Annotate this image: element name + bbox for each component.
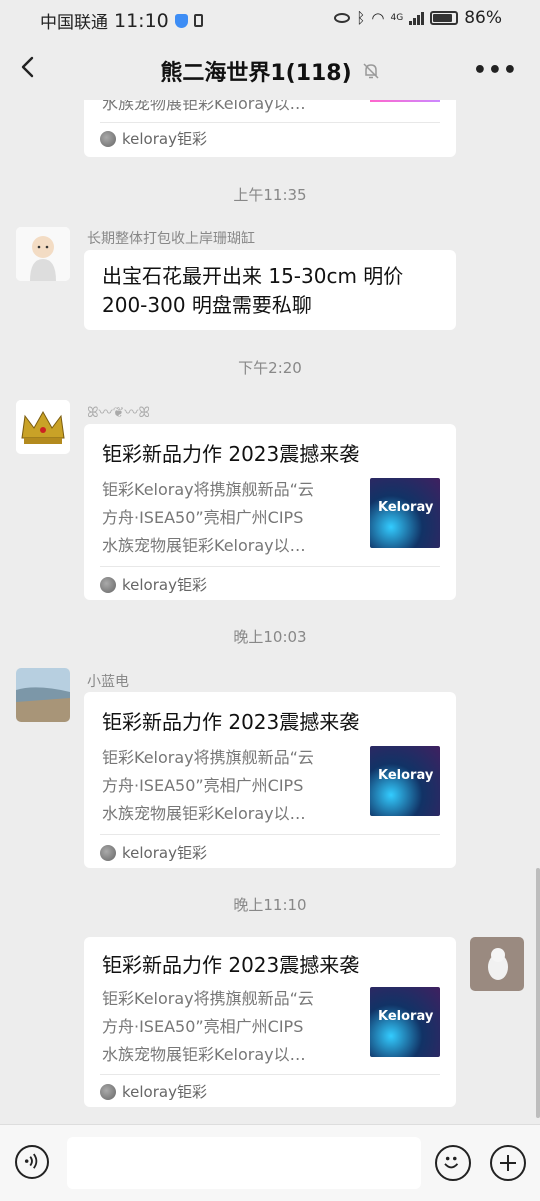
card-thumbnail: Keloray <box>370 987 440 1057</box>
card-desc-line: 水族宠物展钜彩Keloray以… <box>102 1045 306 1064</box>
wifi-icon: ◠ <box>371 9 385 27</box>
scrollbar[interactable] <box>536 868 540 1118</box>
card-source-label: keloray钜彩 <box>122 130 207 148</box>
carrier-label: 中国联通 <box>40 13 108 33</box>
timestamp: 上午11:35 <box>233 186 307 204</box>
message-bubble[interactable]: 出宝石花最开出来 15-30cm 明价 200-300 明盘需要私聊 <box>84 250 456 330</box>
thumbnail-logo-text: Keloray <box>378 768 434 783</box>
link-card[interactable]: 钜彩新品力作 2023震撼来袭 钜彩Keloray将携旗舰新品“云 方舟·ISE… <box>84 937 456 1107</box>
timestamp: 晚上10:03 <box>233 628 307 646</box>
card-desc-line: 水族宠物展钜彩Keloray以… <box>102 804 306 823</box>
avatar[interactable] <box>16 400 70 454</box>
avatar[interactable] <box>16 668 70 722</box>
card-desc-line: 方舟·ISEA50”亮相广州CIPS <box>102 776 304 795</box>
emoji-icon[interactable] <box>435 1145 471 1181</box>
thumbnail-logo-text: Keloray <box>378 500 434 515</box>
card-thumbnail: Keloray <box>370 746 440 816</box>
card-source: keloray钜彩 <box>100 128 207 149</box>
source-icon <box>100 844 116 861</box>
thumbnail-logo-text: Keloray <box>378 1009 434 1024</box>
smile-glyph <box>444 1156 459 1169</box>
card-source: keloray钜彩 <box>100 574 207 595</box>
card-source-label: keloray钜彩 <box>122 1083 207 1101</box>
notification-icon <box>193 14 203 27</box>
card-source: keloray钜彩 <box>100 1081 207 1102</box>
sender-name: 小蓝电 <box>87 674 129 690</box>
card-divider <box>100 834 440 835</box>
card-thumbnail-partial <box>370 100 440 102</box>
crown-avatar-icon <box>16 400 70 454</box>
card-desc-line: 方舟·ISEA50”亮相广州CIPS <box>102 508 304 527</box>
status-left: 中国联通 11:10 <box>40 8 203 33</box>
card-description: 钜彩Keloray将携旗舰新品“云 方舟·ISEA50”亮相广州CIPS 水族宠… <box>102 744 347 828</box>
card-desc-line: 钜彩Keloray将携旗舰新品“云 <box>102 748 314 767</box>
message-text: 出宝石花最开出来 15-30cm 明价 200-300 明盘需要私聊 <box>102 264 404 317</box>
eye-icon <box>334 13 351 23</box>
card-description: 钜彩Keloray将携旗舰新品“云 方舟·ISEA50”亮相广州CIPS 水族宠… <box>102 476 347 560</box>
title-bar: 熊二海世界1(118) ••• <box>0 36 540 100</box>
card-divider <box>100 566 440 567</box>
source-icon <box>100 576 116 593</box>
sender-name: 长期整体打包收上岸珊瑚缸 <box>87 231 255 247</box>
chat-area[interactable]: 水族宠物展钜彩Keloray以… keloray钜彩 上午11:35 长期整体打… <box>0 100 540 1124</box>
link-card[interactable]: 钜彩新品力作 2023震撼来袭 钜彩Keloray将携旗舰新品“云 方舟·ISE… <box>84 424 456 600</box>
figurine-avatar-icon <box>470 937 524 991</box>
muted-bell-icon <box>363 63 379 79</box>
sender-decoration: ꕤ〰❦〰ꕤ <box>87 405 151 421</box>
status-bar: 中国联通 11:10 ᛒ ◠ 4G 86% <box>0 0 540 36</box>
beach-avatar-icon <box>16 668 70 722</box>
timestamp: 下午2:20 <box>238 359 302 377</box>
card-desc-line: 钜彩Keloray将携旗舰新品“云 <box>102 989 314 1008</box>
card-desc-line: 水族宠物展钜彩Keloray以… <box>102 536 306 555</box>
card-title: 钜彩新品力作 2023震撼来袭 <box>102 710 360 734</box>
card-title: 钜彩新品力作 2023震撼来袭 <box>102 442 360 466</box>
card-desc-partial: 水族宠物展钜彩Keloray以… <box>102 100 306 113</box>
battery-percent: 86% <box>464 8 502 28</box>
bluetooth-icon: ᛒ <box>356 9 366 27</box>
card-source-label: keloray钜彩 <box>122 844 207 862</box>
signal-icon <box>409 11 425 25</box>
card-source-label: keloray钜彩 <box>122 576 207 594</box>
source-icon <box>100 130 116 147</box>
link-card[interactable]: 钜彩新品力作 2023震撼来袭 钜彩Keloray将携旗舰新品“云 方舟·ISE… <box>84 692 456 868</box>
input-bar <box>0 1124 540 1201</box>
card-thumbnail: Keloray <box>370 478 440 548</box>
more-options-icon[interactable]: ••• <box>473 58 518 83</box>
card-divider <box>100 122 440 123</box>
avatar[interactable] <box>16 227 70 281</box>
link-card-partial[interactable]: 水族宠物展钜彩Keloray以… keloray钜彩 <box>84 100 456 157</box>
shield-icon <box>174 13 188 28</box>
status-right: ᛒ ◠ 4G 86% <box>334 8 502 28</box>
my-avatar[interactable] <box>470 937 524 991</box>
network-type: 4G <box>390 13 404 23</box>
monk-avatar-icon <box>16 227 70 281</box>
message-input[interactable] <box>67 1137 421 1189</box>
clock: 11:10 <box>114 9 169 32</box>
chat-title-container: 熊二海世界1(118) <box>0 55 540 87</box>
voice-waves-glyph <box>24 1153 38 1169</box>
source-icon <box>100 1083 116 1100</box>
card-source: keloray钜彩 <box>100 842 207 863</box>
voice-input-icon[interactable] <box>15 1145 49 1179</box>
chat-title: 熊二海世界1(118) <box>160 61 352 86</box>
card-title: 钜彩新品力作 2023震撼来袭 <box>102 953 360 977</box>
timestamp: 晚上11:10 <box>233 896 307 914</box>
card-desc-line: 钜彩Keloray将携旗舰新品“云 <box>102 480 314 499</box>
card-divider <box>100 1074 440 1075</box>
battery-icon <box>430 11 459 25</box>
card-desc-line: 方舟·ISEA50”亮相广州CIPS <box>102 1017 304 1036</box>
add-attachment-icon[interactable] <box>490 1145 526 1181</box>
battery-fill <box>433 14 453 22</box>
card-description: 钜彩Keloray将携旗舰新品“云 方舟·ISEA50”亮相广州CIPS 水族宠… <box>102 985 347 1069</box>
